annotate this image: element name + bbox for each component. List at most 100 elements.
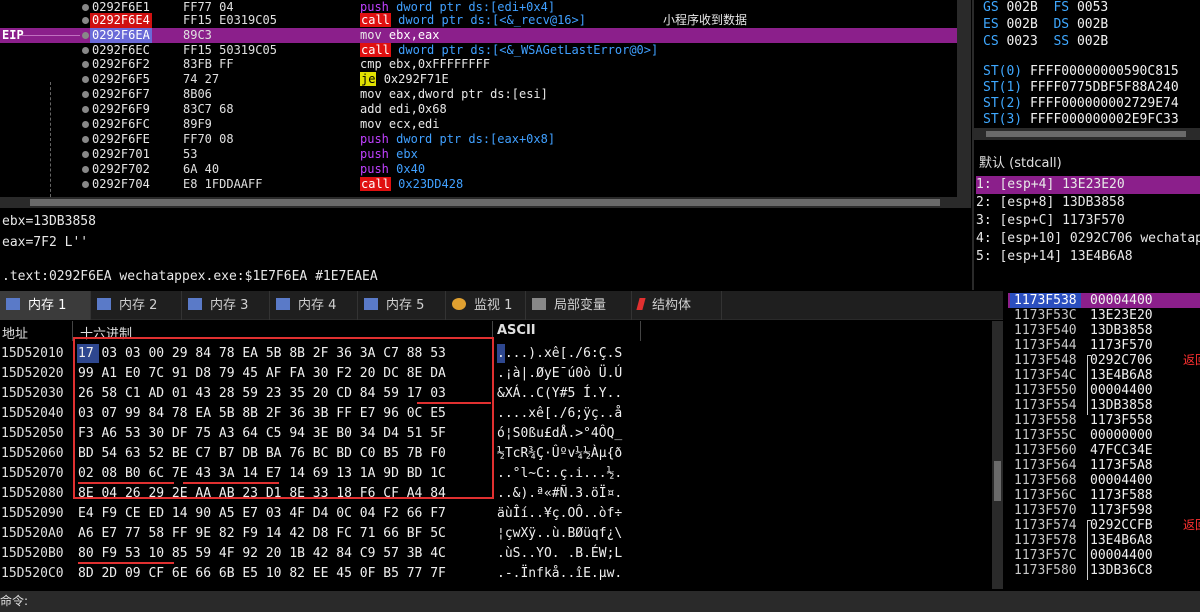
hex-address[interactable]: 15D52020 (1, 363, 64, 384)
disasm-vscrollbar[interactable] (957, 0, 971, 208)
stack-value[interactable]: 13E4B6A8 (1090, 368, 1153, 383)
hex-ascii[interactable]: .-.Ïnfkå..îE.µw. (497, 563, 622, 584)
hex-row[interactable]: 15D52090 E4 F9 CE ED 14 90 A5 E7 03 4F D4… (0, 503, 990, 524)
hex-ascii[interactable]: ..&).ª«#Ñ.3.öÏ¤. (497, 483, 622, 504)
breakpoint-dot[interactable] (82, 136, 89, 143)
reg-value[interactable]: 002B (1077, 34, 1108, 49)
hex-bytes[interactable]: E4 F9 CE ED 14 90 A5 E7 03 4F D4 0C 04 F… (78, 503, 446, 524)
stack-value[interactable]: 0292CCFB (1090, 518, 1153, 533)
disasm-row[interactable]: 0292F6F7 8B06 mov eax,dword ptr ds:[esi] (0, 87, 957, 102)
stack-row[interactable]: 1173F574 0292CCFB 返回 (1008, 518, 1200, 533)
hex-address[interactable]: 15D520C0 (1, 563, 64, 584)
stack-view[interactable]: 1173F538 00004400 1173F53C 13E23E20 1173F540… (1008, 293, 1200, 586)
hex-bytes[interactable]: 80 F9 53 10 85 59 4F 92 20 1B 42 84 C9 5… (78, 543, 446, 564)
reg-value[interactable]: 002B (1077, 17, 1108, 32)
hex-address[interactable]: 15D52010 (1, 343, 64, 364)
hex-ascii[interactable]: ....xê[./6;ÿç..å (497, 403, 622, 424)
disasm-row[interactable]: 0292F6E4 FF15 E0319C05 call dword ptr ds:[… (0, 13, 957, 28)
breakpoint-dot[interactable] (82, 4, 89, 11)
stack-address[interactable]: 1173F560 (1014, 443, 1077, 458)
hex-address[interactable]: 15D52060 (1, 443, 64, 464)
hex-address[interactable]: 15D52070 (1, 463, 64, 484)
stack-address[interactable]: 1173F53C (1014, 308, 1077, 323)
breakpoint-dot[interactable] (82, 151, 89, 158)
disasm-row[interactable]: 0292F6EC FF15 50319C05 call dword ptr ds:[… (0, 43, 957, 58)
disasm-row[interactable]: 0292F701 53 push ebx (0, 147, 957, 162)
regs-hscrollbar[interactable] (974, 128, 1200, 140)
stack-row[interactable]: 1173F554 13DB3858 (1008, 398, 1200, 413)
stack-value[interactable]: 0292C706 (1090, 353, 1153, 368)
breakpoint-dot[interactable] (82, 47, 89, 54)
stack-row[interactable]: 1173F564 1173F5A8 (1008, 458, 1200, 473)
command-bar[interactable]: 命令: (0, 591, 1200, 612)
segment-register-row[interactable]: CS 0023 SS 002B (983, 34, 1108, 49)
stack-value[interactable]: 13DB3858 (1090, 323, 1153, 338)
hex-row[interactable]: 15D520B0 80 F9 53 10 85 59 4F 92 20 1B 42… (0, 543, 990, 564)
tab-3[interactable]: 内存 3 (182, 291, 270, 320)
tab-8[interactable]: 结构体 (632, 291, 722, 320)
hex-row[interactable]: 15D520C0 8D 2D 09 CF 6E 66 6B E5 10 82 EE… (0, 563, 990, 584)
call-arg-row[interactable]: 5: [esp+14] 13E4B6A8 (976, 248, 1200, 266)
vertical-splitter[interactable] (972, 0, 974, 290)
stack-value[interactable]: 00004400 (1090, 383, 1153, 398)
stack-row[interactable]: 1173F548 0292C706 返回 (1008, 353, 1200, 368)
disasm-row[interactable]: 0292F702 6A 40 push 0x40 (0, 162, 957, 177)
breakpoint-dot[interactable] (82, 32, 89, 39)
breakpoint-dot[interactable] (82, 181, 89, 188)
stack-address[interactable]: 1173F544 (1014, 338, 1077, 353)
disasm-row[interactable]: 0292F6F2 83FB FF cmp ebx,0xFFFFFFFF (0, 57, 957, 72)
tab-2[interactable]: 内存 2 (91, 291, 182, 320)
hex-ascii[interactable]: ó¦S0ßu£dÅ.>°4ÔQ_ (497, 423, 622, 444)
tab-1[interactable]: 内存 1 (0, 291, 91, 320)
disasm-row[interactable]: 0292F6F9 83C7 68 add edi,0x68 (0, 102, 957, 117)
stack-value[interactable]: 13DB3858 (1090, 398, 1153, 413)
fpu-value[interactable]: FFFF0775DBF5F88A240 (1030, 80, 1179, 95)
breakpoint-dot[interactable] (82, 91, 89, 98)
fpu-value[interactable]: FFFF000000002729E74 (1030, 96, 1179, 111)
stack-row[interactable]: 1173F560 47FCC34E (1008, 443, 1200, 458)
stack-address[interactable]: 1173F554 (1014, 398, 1077, 413)
stack-value[interactable]: 47FCC34E (1090, 443, 1153, 458)
stack-address[interactable]: 1173F570 (1014, 503, 1077, 518)
tab-5[interactable]: 内存 5 (358, 291, 446, 320)
stack-value[interactable]: 1173F558 (1090, 413, 1153, 428)
disasm-row[interactable]: 0292F6EA 89C3 mov ebx,eax (0, 28, 957, 43)
hex-ascii[interactable]: ¦çwXÿ..ù.BØüqf¿\ (497, 523, 622, 544)
reg-value[interactable]: 002B (1006, 17, 1037, 32)
hex-ascii[interactable]: ....).xê[./6:Ç.S (497, 343, 622, 364)
breakpoint-dot[interactable] (82, 166, 89, 173)
stack-value[interactable]: 00004400 (1090, 293, 1153, 308)
disasm-row[interactable]: 0292F6FC 89F9 mov ecx,edi (0, 117, 957, 132)
fpu-register-row[interactable]: ST(2) FFFF000000002729E74 (983, 96, 1179, 111)
calling-convention[interactable]: 默认 (stdcall) (979, 152, 1062, 171)
hex-address[interactable]: 15D52040 (1, 403, 64, 424)
reg-value[interactable]: 0023 (1006, 34, 1037, 49)
hex-bytes[interactable]: A6 E7 77 58 FF 9E 82 F9 14 42 D8 FC 71 6… (78, 523, 446, 544)
fpu-register-row[interactable]: ST(3) FFFF000000002E9FC33 (983, 112, 1179, 127)
stack-row[interactable]: 1173F558 1173F558 (1008, 413, 1200, 428)
stack-value[interactable]: 00000000 (1090, 428, 1153, 443)
hex-address[interactable]: 15D52090 (1, 503, 64, 524)
stack-row[interactable]: 1173F538 00004400 (1008, 293, 1200, 308)
stack-row[interactable]: 1173F568 00004400 (1008, 473, 1200, 488)
stack-value[interactable]: 1173F5A8 (1090, 458, 1153, 473)
stack-value[interactable]: 13DB36C8 (1090, 563, 1153, 578)
reg-value[interactable]: 0053 (1077, 0, 1108, 15)
tab-7[interactable]: 局部变量 (526, 291, 632, 320)
disasm-row[interactable]: 0292F6F5 74 27 je 0x292F71E (0, 72, 957, 87)
stack-value[interactable]: 1173F598 (1090, 503, 1153, 518)
hex-ascii[interactable]: &XÁ..C(Y#5 Í.Y.. (497, 383, 622, 404)
stack-address[interactable]: 1173F55C (1014, 428, 1077, 443)
hex-address[interactable]: 15D52080 (1, 483, 64, 504)
fpu-value[interactable]: FFFF000000002E9FC33 (1030, 112, 1179, 127)
fpu-register-row[interactable]: ST(0) FFFF00000000590C815 (983, 64, 1179, 79)
call-arg-row[interactable]: 1: [esp+4] 13E23E20 (976, 176, 1200, 194)
stack-address[interactable]: 1173F558 (1014, 413, 1077, 428)
stack-row[interactable]: 1173F540 13DB3858 (1008, 323, 1200, 338)
disasm-row[interactable]: 0292F6FE FF70 08 push dword ptr ds:[eax+0x… (0, 132, 957, 147)
stack-value[interactable]: 13E4B6A8 (1090, 533, 1153, 548)
stack-address[interactable]: 1173F574 (1014, 518, 1077, 533)
registers-panel[interactable]: GS 002B FS 0053 ES 002B DS 002B CS 0023 SS… (974, 0, 1200, 128)
stack-address[interactable]: 1173F548 (1014, 353, 1077, 368)
hex-address[interactable]: 15D52030 (1, 383, 64, 404)
